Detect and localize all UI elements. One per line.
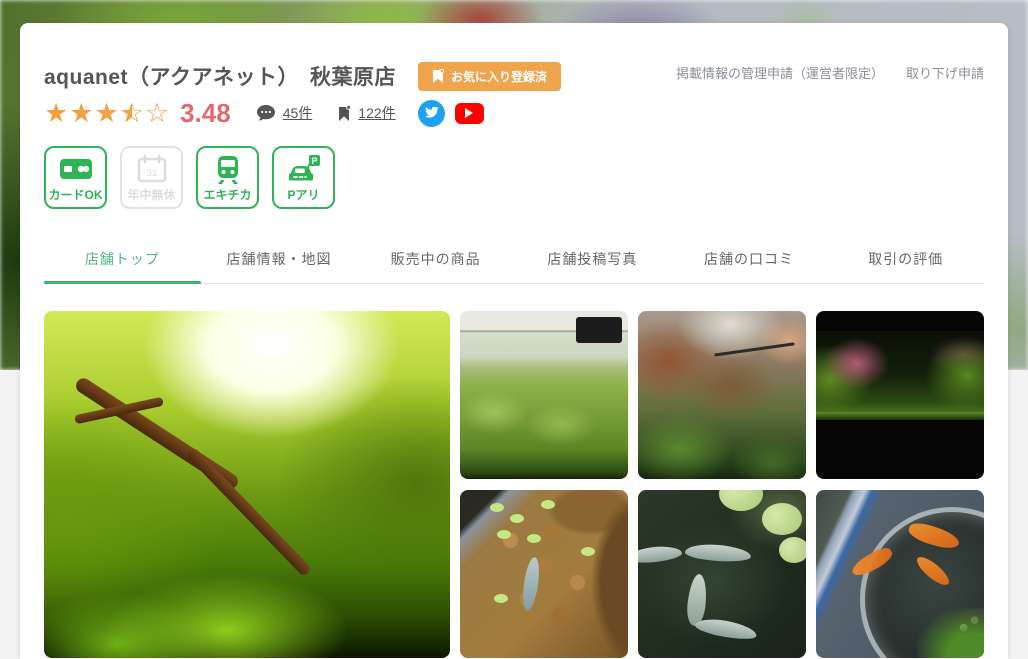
badge-card-ok[interactable]: カードOK [44, 146, 107, 209]
favorite-button-label: お気に入り登録済 [451, 68, 547, 85]
shop-card: aquanet（アクアネット） 秋葉原店 お気に入り登録済 掲載情報の管理申請（… [20, 23, 1008, 659]
badge-label: Pアリ [287, 186, 319, 203]
withdraw-request-link[interactable]: 取り下げ申請 [906, 63, 984, 82]
star-empty-icon: ☆ [145, 100, 170, 127]
photo-thumbnail-5[interactable] [638, 490, 806, 658]
bookmark-flag-icon [338, 105, 351, 122]
photo-gallery [44, 311, 984, 658]
tab-shop-info-map[interactable]: 店舗情報・地図 [201, 239, 358, 283]
filter-equipment [576, 317, 622, 343]
credit-card-icon [59, 148, 93, 186]
photo-count-link[interactable]: 122件 [358, 103, 395, 123]
badge-label: エキチカ [203, 186, 251, 203]
review-count-link[interactable]: 45件 [283, 103, 313, 123]
shop-tabs: 店舗トップ 店舗情報・地図 販売中の商品 店舗投稿写真 店舗の口コミ 取引の評価 [44, 239, 984, 284]
speech-bubble-icon [257, 105, 276, 122]
aquascape-photo-art [44, 311, 450, 658]
badge-label: 年中無休 [127, 186, 175, 203]
badge-open-all-year[interactable]: 31 年中無休 [120, 146, 183, 209]
shop-title: aquanet（アクアネット） 秋葉原店 [44, 61, 396, 91]
tab-transaction-ratings[interactable]: 取引の評価 [827, 239, 984, 283]
rating-value: 3.48 [180, 98, 231, 129]
medaka-fish [685, 543, 752, 564]
star-full-icon: ★ [94, 100, 119, 127]
tab-shop-top[interactable]: 店舗トップ [44, 239, 201, 283]
photo-thumbnail-3[interactable] [816, 311, 984, 479]
badge-near-station[interactable]: エキチカ [196, 146, 259, 209]
svg-text:31: 31 [146, 168, 158, 179]
badge-parking[interactable]: P Pアリ [272, 146, 335, 209]
photo-thumbnail-2[interactable] [638, 311, 806, 479]
tab-posted-photos[interactable]: 店舗投稿写真 [514, 239, 671, 283]
main-shop-photo[interactable] [44, 311, 450, 658]
tab-items-on-sale[interactable]: 販売中の商品 [357, 239, 514, 283]
photo-count-group: 122件 [338, 103, 395, 123]
svg-text:P: P [311, 156, 317, 166]
admin-links: 掲載情報の管理申請（運営者限定） 取り下げ申請 [676, 61, 984, 82]
star-full-icon: ★ [44, 100, 69, 127]
bookmark-flag-icon [432, 69, 444, 84]
tab-shop-reviews[interactable]: 店舗の口コミ [671, 239, 828, 283]
play-triangle-icon [465, 108, 473, 118]
feature-badges: カードOK 31 年中無休 [44, 146, 984, 209]
photo-thumbnail-1[interactable] [460, 311, 628, 479]
medaka-fish [694, 616, 758, 643]
driftwood [186, 447, 313, 578]
medaka-fish [638, 544, 683, 565]
review-count-group: 45件 [257, 103, 313, 123]
star-rating: ★ ★ ★ ☆★ ☆ [44, 100, 170, 127]
car-parking-icon: P [287, 148, 321, 186]
rating-row: ★ ★ ★ ☆★ ☆ 3.48 45件 [44, 98, 984, 128]
social-icons [418, 100, 484, 127]
badge-label: カードOK [48, 186, 102, 203]
star-full-icon: ★ [69, 100, 94, 127]
favorite-registered-button[interactable]: お気に入り登録済 [418, 62, 561, 91]
youtube-icon[interactable] [455, 103, 484, 124]
twitter-icon[interactable] [418, 100, 445, 127]
scissors [714, 342, 794, 356]
manage-request-link[interactable]: 掲載情報の管理申請（運営者限定） [676, 63, 884, 82]
star-half-icon: ☆★ [120, 100, 145, 127]
train-icon [214, 148, 242, 186]
medaka-fish [520, 556, 541, 611]
photo-thumbnail-4[interactable] [460, 490, 628, 658]
photo-thumbnail-6[interactable] [816, 490, 984, 658]
calendar-icon: 31 [137, 148, 167, 186]
thumbnail-grid [460, 311, 984, 658]
aquatic-plant [917, 608, 984, 658]
shop-header: aquanet（アクアネット） 秋葉原店 お気に入り登録済 掲載情報の管理申請（… [44, 61, 984, 91]
